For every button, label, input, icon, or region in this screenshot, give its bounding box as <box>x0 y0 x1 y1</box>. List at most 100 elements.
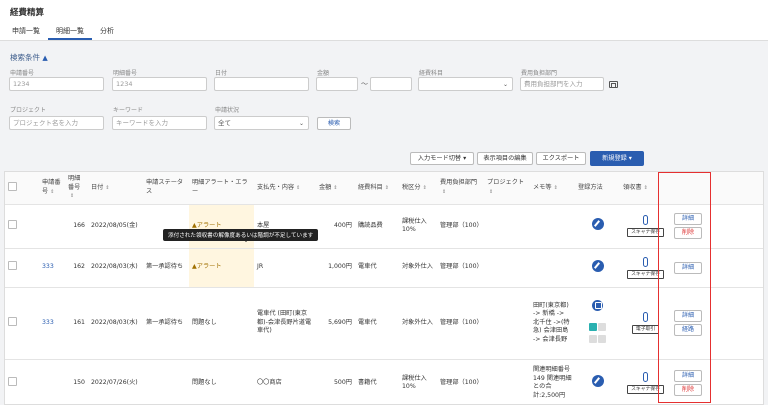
cell-app-no <box>39 204 65 249</box>
cell-payee: 〇〇商店 <box>254 359 316 404</box>
cell-alert[interactable]: ▲アラート <box>189 248 254 288</box>
paperclip-icon[interactable] <box>643 312 648 322</box>
application-no-input[interactable]: 1234 <box>9 77 104 91</box>
cell-alert: 問題なし <box>189 287 254 360</box>
cell-status: 第一承認待ち <box>143 287 189 360</box>
table-header-row: 申請番号 ⇕ 明細番号⇕ 日付 ⇕ 申請ステータス 明細アラート・エラー 支払先・内… <box>5 172 763 205</box>
cell-receipt[interactable]: 電子取引 <box>620 287 671 360</box>
receipt-tag: スキャナ保存 <box>627 228 664 237</box>
col-date[interactable]: 日付 ⇕ <box>88 172 143 205</box>
col-receipt[interactable]: 領収書 ⇕ <box>620 172 671 205</box>
new-entry-label: 新規登録 <box>602 155 627 162</box>
col-payee[interactable]: 支払先・内容 ⇕ <box>254 172 316 205</box>
copy-icon <box>597 323 606 331</box>
chevron-up-icon: ▲ <box>42 54 48 62</box>
cell-payee: JR <box>254 248 316 288</box>
cell-date: 2022/08/05(金) <box>88 204 143 249</box>
cell-detail-no: 166 <box>65 204 88 249</box>
detail-button[interactable]: 詳細 <box>674 213 702 225</box>
col-memo[interactable]: メモ等 ⇕ <box>530 172 575 205</box>
cell-payee: 本屋 <box>254 204 316 249</box>
col-method: 登録方法 <box>575 172 620 205</box>
col-tax[interactable]: 税区分 ⇕ <box>399 172 437 205</box>
manual-entry-icon <box>591 375 604 388</box>
row-checkbox[interactable] <box>8 376 17 386</box>
select-all-checkbox[interactable] <box>8 181 17 191</box>
col-detail-no-label: 明細番号 <box>68 175 81 191</box>
detail-no-input[interactable]: 1234 <box>112 77 207 91</box>
keyword-input[interactable]: キーワードを入力 <box>112 116 207 130</box>
col-app-no[interactable]: 申請番号 ⇕ <box>39 172 65 205</box>
cell-dept: 管理部（100） <box>437 204 484 249</box>
col-item[interactable]: 経費科目 ⇕ <box>355 172 399 205</box>
cell-receipt[interactable]: スキャナ保存 <box>620 359 671 404</box>
cell-item: 購読品費 <box>355 204 399 249</box>
search-conditions-toggle[interactable]: 検索条件 ▲ <box>10 52 48 63</box>
document-icon <box>597 334 606 343</box>
sort-icon: ⇕ <box>50 188 55 195</box>
cell-payee: 電車代 (田町(東京都)-会津長野片道電車代) <box>254 287 316 360</box>
cell-actions: 詳細 <box>671 248 763 288</box>
caret-down-icon: ▾ <box>463 155 467 162</box>
col-date-label: 日付 <box>91 183 104 191</box>
cell-memo: 田町(東京都) -> 新橋 -> 北千住 ->(特急) 会津田島 -> 会津長野 <box>530 287 575 360</box>
tab-details[interactable]: 明細一覧 <box>48 22 92 40</box>
app-title: 経費精算 <box>10 8 45 18</box>
amount-min-input[interactable] <box>316 77 358 91</box>
cell-date: 2022/08/03(水) <box>88 287 143 360</box>
col-detail-no[interactable]: 明細番号 ⇕ <box>65 172 88 205</box>
cell-app-no-link[interactable]: 333 <box>39 287 65 360</box>
cell-app-no <box>39 359 65 404</box>
col-amount[interactable]: 金額 ⇕ <box>316 172 355 205</box>
dept-picker-icon[interactable] <box>609 81 618 88</box>
ic-card-icon <box>588 323 597 331</box>
tab-applications[interactable]: 申請一覧 <box>4 22 48 40</box>
export-button[interactable]: エクスポート <box>536 152 586 165</box>
cell-receipt[interactable]: スキャナ保存 <box>620 204 671 249</box>
cell-memo <box>530 248 575 288</box>
new-entry-button[interactable]: 新規登録 ▾ <box>590 151 644 166</box>
cost-dept-input[interactable]: 費用負担部門を入力 <box>520 77 604 91</box>
col-project[interactable]: プロジェクト⇕ <box>484 172 530 205</box>
amount-max-input[interactable] <box>370 77 412 91</box>
paperclip-icon[interactable] <box>643 256 648 267</box>
input-mode-button[interactable]: 入力モード切替 ▾ <box>410 152 474 165</box>
row-checkbox[interactable] <box>8 316 17 326</box>
cell-date: 2022/07/26(火) <box>88 359 143 404</box>
col-tax-label: 税区分 <box>402 183 421 191</box>
paperclip-icon[interactable] <box>643 372 648 382</box>
expense-item-select[interactable]: ⌄ <box>418 77 513 91</box>
route-button[interactable]: 経路 <box>674 324 702 336</box>
tab-analysis[interactable]: 分析 <box>92 22 122 40</box>
detail-button[interactable]: 詳細 <box>674 261 702 274</box>
detail-button[interactable]: 詳細 <box>674 370 702 382</box>
paperclip-icon[interactable] <box>643 215 648 225</box>
status-select[interactable]: 全て ⌄ <box>214 116 309 130</box>
input-mode-label: 入力モード切替 <box>417 155 462 162</box>
table-row: 333 162 2022/08/03(水) 第一承認待ち ▲アラート JR 1,… <box>5 248 763 288</box>
cell-app-no-link[interactable]: 333 <box>39 248 65 288</box>
alert-text: アラート <box>196 221 222 229</box>
project-input[interactable]: プロジェクト名を入力 <box>9 116 104 130</box>
label-status: 申請状況 <box>215 107 240 114</box>
cell-receipt[interactable]: スキャナ保存 <box>620 248 671 288</box>
sort-icon: ⇕ <box>422 184 427 191</box>
edit-columns-button[interactable]: 表示項目の編集 <box>477 152 533 165</box>
date-input[interactable] <box>214 77 309 91</box>
delete-button[interactable]: 削除 <box>674 227 702 239</box>
col-dept[interactable]: 費用負担部門⇕ <box>437 172 484 205</box>
receipt-tag: スキャナ保存 <box>627 269 664 279</box>
sort-icon: ⇕ <box>442 188 447 195</box>
search-button[interactable]: 検索 <box>317 117 351 130</box>
detail-button[interactable]: 詳細 <box>674 310 702 322</box>
row-checkbox[interactable] <box>8 261 17 271</box>
label-keyword: キーワード <box>113 107 144 114</box>
select-all-header <box>5 172 39 205</box>
cell-item: 書籍代 <box>355 359 399 404</box>
alert-text: アラート <box>196 263 222 271</box>
col-actions <box>671 172 763 205</box>
delete-button[interactable]: 削除 <box>674 384 702 396</box>
cell-actions: 詳細 削除 <box>671 359 763 404</box>
sort-icon: ⇕ <box>296 184 301 191</box>
row-checkbox[interactable] <box>8 219 17 229</box>
